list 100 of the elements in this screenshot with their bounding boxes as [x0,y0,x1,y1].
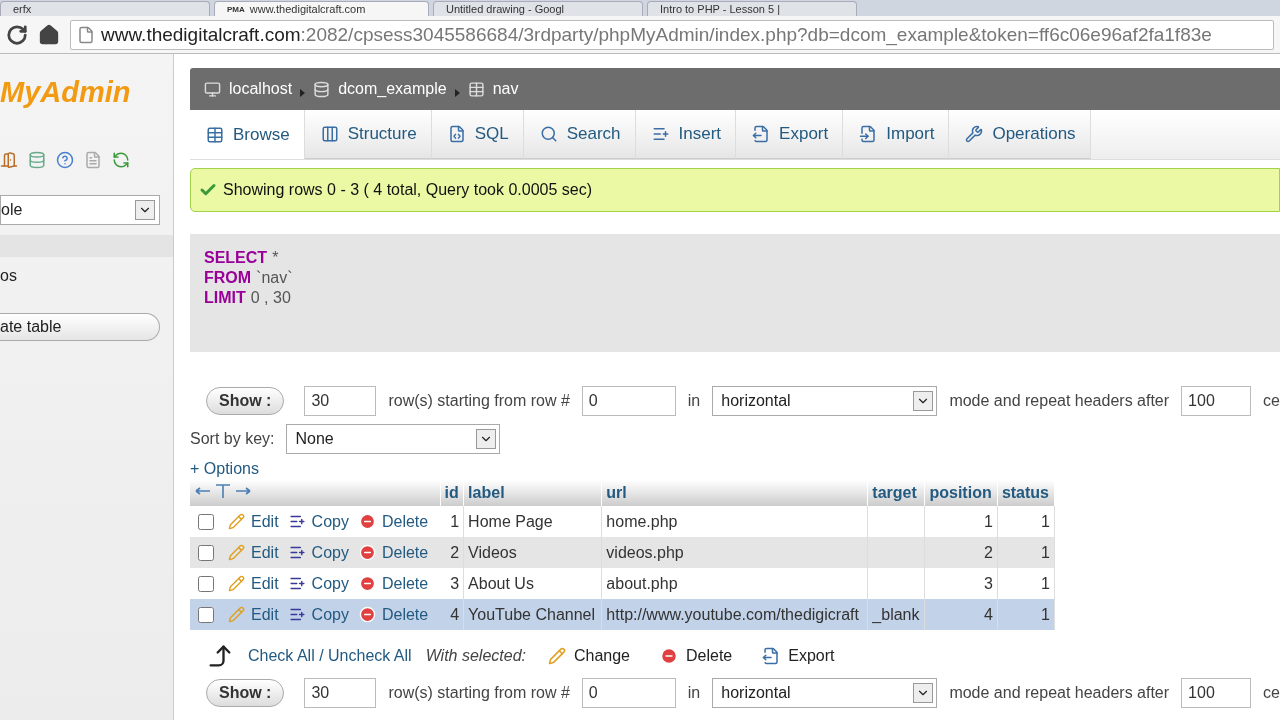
sidebar-item[interactable]: os [0,267,173,285]
columns-icon [320,125,339,143]
delete-icon [358,575,376,592]
sort-select[interactable]: None [286,424,501,454]
table-cell: 4 [440,599,464,630]
pencil-icon [228,544,245,561]
sql-keyword: LIMIT [204,288,246,308]
table-cell [867,537,925,568]
table-cell: videos.php [601,537,868,568]
show-button[interactable]: Show : [206,387,285,415]
column-header[interactable]: url [601,480,868,506]
mode-select[interactable]: horizontal [712,386,938,416]
tab-title: Intro to PHP - Lesson 5 | [660,1,781,16]
search-icon [539,125,558,143]
column-header[interactable]: target [867,480,925,506]
repeat-headers-field[interactable]: 100 [1181,386,1252,416]
check-all-link[interactable]: Check All / Uncheck All [248,647,412,665]
row-action-link[interactable]: Delete [381,512,429,531]
browser-tab[interactable]: PMA www.thedigitalcraft.com [214,1,429,16]
row-action-link[interactable]: Copy [311,605,349,624]
row-checkbox[interactable] [198,544,214,561]
bulk-action-button[interactable]: Export [762,647,835,665]
column-header[interactable]: position [924,480,998,506]
label-text: row(s) starting from row # [388,684,570,702]
database-icon[interactable] [28,151,46,169]
table-cell: home.php [601,506,868,537]
tab[interactable]: Structure [304,110,432,159]
column-header[interactable]: id [440,480,464,506]
insert-row-icon [288,606,306,623]
table-cell: about.php [601,568,868,599]
sql-text: `nav` [256,268,293,288]
row-action-link[interactable]: Delete [381,574,429,593]
show-button[interactable]: Show : [206,679,285,707]
tab[interactable]: Import [843,110,950,159]
address-bar[interactable]: www.thedigitalcraft.com:2082/cpsess3045586684/3rdparty/phpMyAdmin/index.php?db=dcom_example&token=ff6c06e96af2fa1f83e [70,19,1274,50]
page-icon [77,25,95,44]
help-icon[interactable] [56,151,74,169]
table-select[interactable]: ole [0,195,160,225]
delete-icon [358,513,376,530]
tab[interactable]: Insert [635,110,737,159]
tab[interactable]: Search [523,110,636,159]
table-cell: 1 [997,506,1055,537]
mode-select[interactable]: horizontal [712,678,938,708]
browser-tab[interactable]: Untitled drawing - Googl [433,1,643,16]
label-text: ce [1263,392,1280,410]
browser-tab[interactable]: erfx [0,1,210,16]
table-cell: 3 [924,568,998,599]
label-text: in [687,684,701,702]
column-header[interactable]: label [463,480,602,506]
delete-icon [358,606,376,623]
message-text: Showing rows 0 - 3 ( 4 total, Query took 0.0005 sec) [223,181,593,199]
breadcrumb-link[interactable]: localhost [229,80,293,98]
tab[interactable]: Browse [190,110,305,159]
home-icon[interactable] [38,23,60,46]
row-action-link[interactable]: Copy [311,574,349,593]
table-cell: 2 [440,537,464,568]
tab[interactable]: SQL [431,110,524,159]
bulk-action-button[interactable]: Change [547,647,630,665]
tab-title: Untitled drawing - Googl [446,1,564,16]
row-action-link[interactable]: Copy [311,512,349,531]
browser-tab[interactable]: Intro to PHP - Lesson 5 | [647,1,857,16]
tab[interactable]: Export [736,110,844,159]
start-row-field[interactable]: 0 [581,678,676,708]
row-action-link[interactable]: Edit [251,574,279,593]
label-text: Sort by key: [190,430,275,448]
row-action-link[interactable]: Delete [381,543,429,562]
label-text: With selected: [425,647,526,665]
table-cell: 1 [997,537,1055,568]
row-action-link[interactable]: Copy [311,543,349,562]
row-action-link[interactable]: Edit [251,605,279,624]
row-action-link[interactable]: Delete [381,605,429,624]
rows-field[interactable]: 30 [304,386,377,416]
dropdown-icon [135,200,155,220]
favicon-text: PMA [227,3,245,16]
row-checkbox[interactable] [198,606,214,623]
options-link[interactable]: + Options [190,460,1280,478]
create-table-button[interactable]: ate table [0,313,160,341]
table-icon [206,125,224,144]
reload-icon[interactable] [6,23,28,46]
column-header[interactable]: status [997,480,1055,506]
repeat-headers-field[interactable]: 100 [1181,678,1252,708]
insert-row-icon [288,544,306,561]
breadcrumb-link[interactable]: nav [492,80,519,98]
table-cell: Home Page [463,506,602,537]
rows-field[interactable]: 30 [304,678,377,708]
row-action-link[interactable]: Edit [251,512,279,531]
door-icon[interactable] [0,151,18,169]
breadcrumb-link[interactable]: dcom_example [338,80,447,98]
row-action-link[interactable]: Edit [251,543,279,562]
tab-title: www.thedigitalcraft.com [249,1,366,16]
url-text: www.thedigitalcraft.com:2082/cpsess3045586684/3rdparty/phpMyAdmin/index.php?db=dcom_example&token=ff6c06e96af2fa1f83e [101,23,1212,46]
tab[interactable]: Operations [949,110,1091,159]
row-checkbox[interactable] [198,513,214,530]
row-checkbox[interactable] [198,575,214,592]
start-row-field[interactable]: 0 [581,386,676,416]
table-cell: 1 [997,568,1055,599]
table-cell: YouTube Channel [463,599,602,630]
table-cell: http://www.youtube.com/thedigicraft [601,599,868,630]
bulk-action-button[interactable]: Delete [660,647,733,665]
pencil-icon [228,606,245,623]
